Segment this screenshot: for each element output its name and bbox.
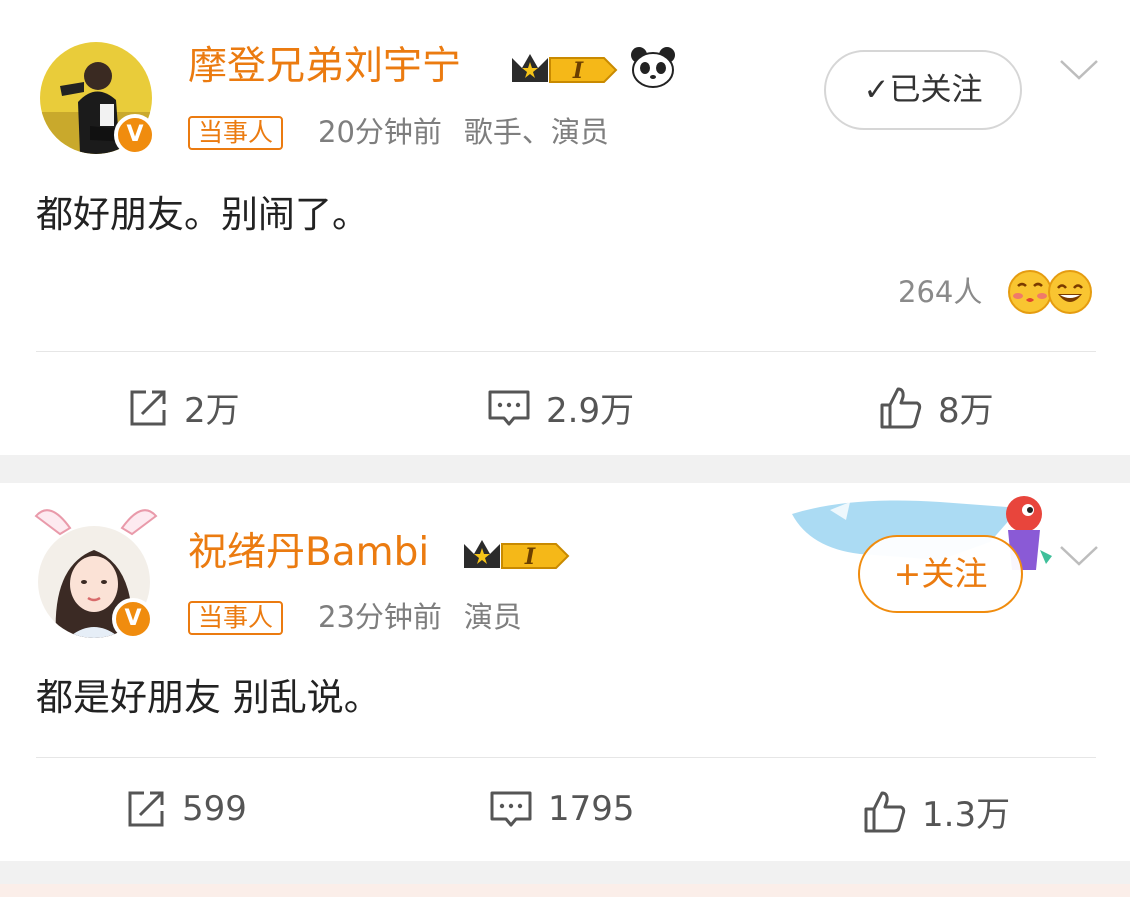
post-card: V 摩登兄弟刘宇宁 I 当事人 20分钟前 歌手、演员 ✓已关注 都好朋友。别闹了… [0,0,1130,455]
following-button[interactable]: ✓已关注 [824,50,1022,130]
like-count: 1.3万 [922,795,1011,835]
repost-button[interactable]: 599 [124,787,247,831]
post-time: 23分钟前 [318,600,442,634]
comment-button[interactable]: 2.9万 [486,383,634,432]
comment-count: 1795 [548,789,635,829]
post-meta: 23分钟前 演员 [318,600,522,634]
user-description: 歌手、演员 [463,115,609,149]
verified-v-icon: V [112,598,154,640]
verified-v-icon: V [114,114,156,156]
username[interactable]: 摩登兄弟刘宇宁 [188,44,461,90]
repost-count: 2万 [184,391,240,431]
reaction-count[interactable]: 264人 [898,275,982,309]
next-card-edge [0,884,1130,897]
party-tag: 当事人 [188,601,284,635]
comment-button[interactable]: 1795 [488,787,635,831]
post-text[interactable]: 都是好朋友 别乱说。 [36,676,381,720]
level-text: I [572,58,584,84]
repost-count: 599 [182,789,247,829]
grin-face-icon [1048,270,1092,314]
comment-count: 2.9万 [546,391,635,431]
divider [36,757,1096,758]
comment-icon [488,390,530,425]
thumbs-up-icon [864,791,906,832]
thumbs-up-icon [880,387,922,428]
vip-crown-icon: I [464,540,570,570]
repost-icon [130,390,166,425]
panda-icon [631,47,675,88]
chevron-down-icon[interactable] [1058,58,1100,82]
like-button[interactable]: 8万 [878,383,994,432]
post-meta: 20分钟前 歌手、演员 [318,115,609,149]
post-text[interactable]: 都好朋友。别闹了。 [36,193,369,237]
repost-icon [128,791,164,827]
level-text: I [524,544,536,570]
comment-icon [490,791,532,827]
follow-button[interactable]: +关注 [858,535,1023,613]
divider [36,351,1096,352]
like-button[interactable]: 1.3万 [862,787,1010,836]
chevron-down-icon[interactable] [1058,544,1100,568]
like-count: 8万 [938,391,994,431]
post-time: 20分钟前 [318,115,442,149]
username[interactable]: 祝绪丹Bambi [188,530,429,576]
repost-button[interactable]: 2万 [126,383,240,432]
user-description: 演员 [463,600,522,634]
party-tag: 当事人 [188,116,284,150]
vip-crown-icon: I [512,54,618,84]
